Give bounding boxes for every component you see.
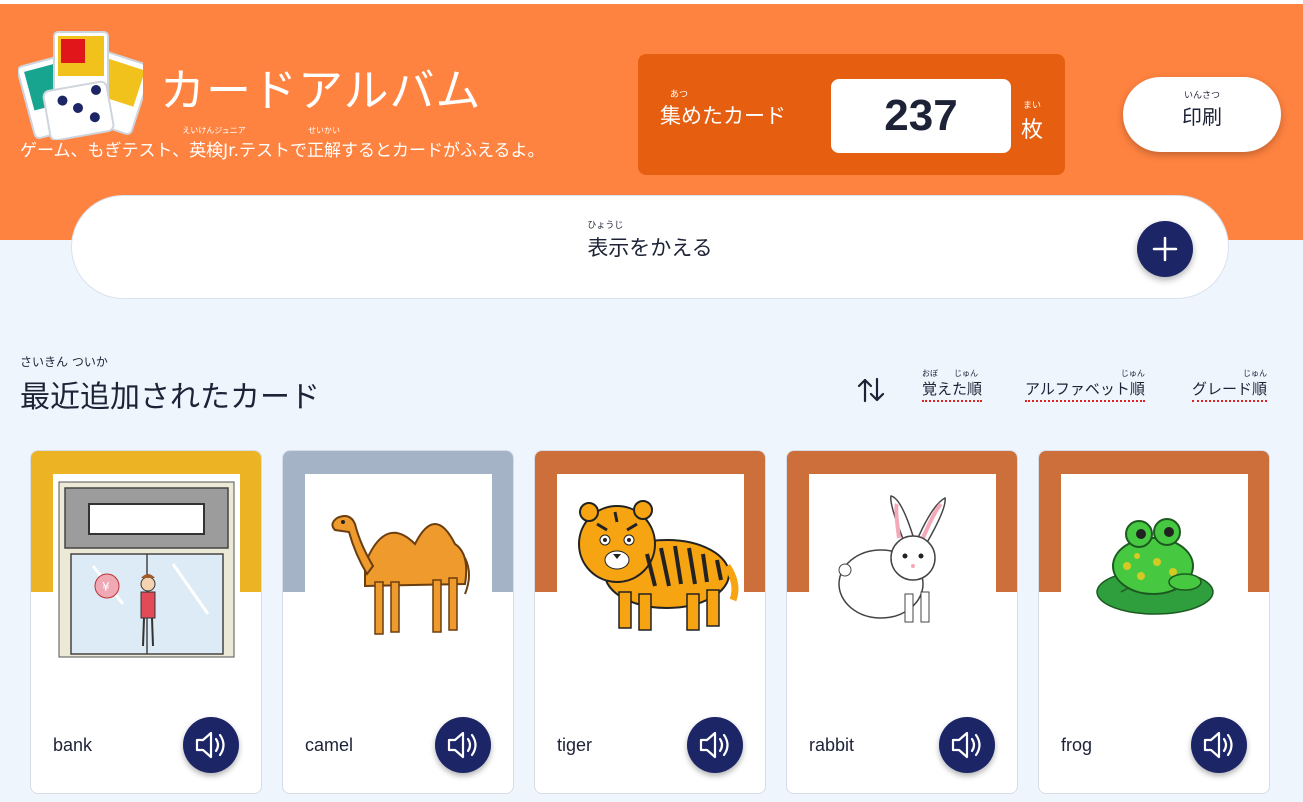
play-sound-button[interactable] [687,717,743,773]
word-card[interactable]: ¥ bank [30,450,262,794]
speaker-icon [1203,731,1233,759]
speaker-icon [699,731,729,759]
change-display-bar[interactable]: ひょうじ 表示をかえる [71,195,1229,299]
play-sound-button[interactable] [183,717,239,773]
cards-unit: まい枚 [1021,101,1044,143]
expand-display-button[interactable] [1137,221,1193,277]
sort-grade-order[interactable]: じゅん グレード順 [1192,369,1268,402]
speaker-icon [195,731,225,759]
speaker-icon [447,731,477,759]
play-sound-button[interactable] [939,717,995,773]
word-card[interactable]: camel [282,450,514,794]
card-word: camel [305,735,354,755]
app-title: カードアルバム [160,64,482,117]
frog-icon [1096,518,1214,615]
card-album-logo-icon [18,31,143,140]
section-title-ruby: さいきん ついか [20,355,108,369]
collected-cards-count: 237 [831,79,1011,153]
print-label: 印刷 [1182,105,1222,129]
word-card[interactable]: frog [1038,450,1270,794]
bank-icon: ¥ [58,481,235,658]
card-word: bank [53,735,93,755]
svg-text:¥: ¥ [102,580,110,594]
play-sound-button[interactable] [1191,717,1247,773]
header-subtitle: ゲーム、もぎテスト、 えいけんジュニア 英検Jr.テストで せいかい 正解するとカードが… [20,126,545,161]
collected-cards-label: あつ 集めたカード [660,90,786,128]
play-sound-button[interactable] [435,717,491,773]
change-display-label: 表示をかえる [587,236,713,260]
plus-icon [1152,236,1178,262]
section-title: 最近追加されたカード [20,380,320,415]
rabbit-icon [838,495,946,623]
print-button[interactable]: いんさつ 印刷 [1123,77,1281,152]
speaker-icon [951,731,981,759]
word-card[interactable]: tiger [534,450,766,794]
card-word: frog [1061,735,1093,755]
card-word: tiger [557,735,593,755]
word-card[interactable]: rabbit [786,450,1018,794]
tiger-icon [578,500,739,631]
card-word: rabbit [809,735,855,755]
camel-icon [331,515,470,635]
collected-cards-counter: あつ 集めたカード 237 まい枚 [638,54,1065,175]
sort-icon[interactable] [856,376,886,404]
sort-learned-order[interactable]: おぼ じゅん 覚えた順 [922,369,983,402]
sort-alphabet-order[interactable]: じゅん アルファベット順 [1025,369,1145,402]
